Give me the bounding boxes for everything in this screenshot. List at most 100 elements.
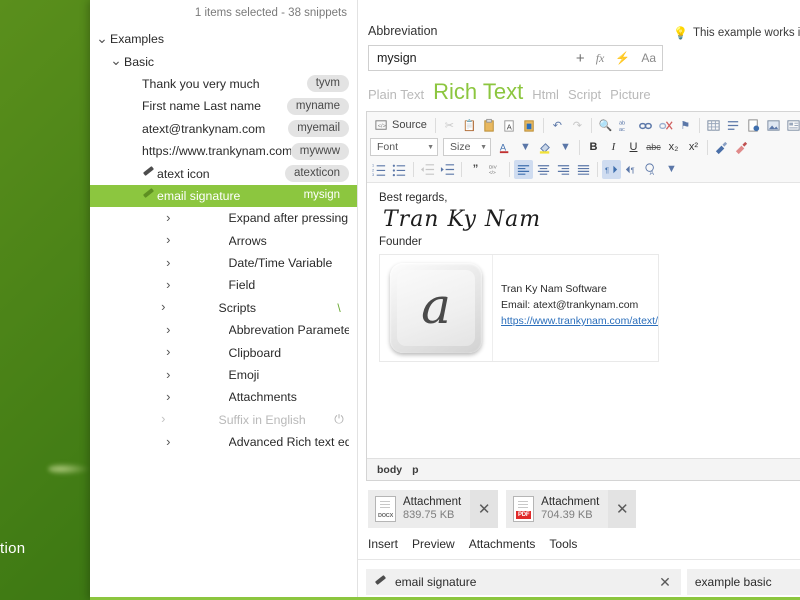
indent-icon[interactable] [438, 160, 457, 179]
rtl-icon[interactable]: ¶ [622, 160, 641, 179]
justify-icon[interactable] [574, 160, 593, 179]
chevron-right-icon[interactable] [108, 210, 229, 224]
tree-item-clipboard[interactable]: Clipboard [90, 341, 357, 363]
case-icon[interactable]: Aa [641, 51, 656, 65]
copy-format-icon[interactable] [732, 138, 751, 157]
editor-canvas[interactable]: Best regards, Tran Ky Nam Founder a Tran… [367, 183, 800, 458]
underline-icon[interactable]: U [624, 138, 643, 157]
remove-attachment-icon[interactable]: ✕ [470, 490, 499, 528]
menu-tools[interactable]: Tools [549, 537, 577, 551]
attachment-chip[interactable]: DOCX Attachment 839.75 KB ✕ [368, 490, 499, 528]
remove-format-icon[interactable] [712, 138, 731, 157]
paste-text-icon[interactable]: A [500, 116, 519, 135]
type-tab-script[interactable]: Script [568, 87, 601, 102]
copy-icon[interactable]: 📋 [460, 116, 479, 135]
background-color-icon[interactable] [536, 138, 555, 157]
type-tab-plain-text[interactable]: Plain Text [368, 87, 424, 102]
chevron-down-icon[interactable] [108, 53, 124, 68]
function-icon[interactable]: fx [596, 51, 605, 66]
cut-icon[interactable]: ✂ [440, 116, 459, 135]
anchor-icon[interactable]: ⚑ [676, 116, 695, 135]
font-select[interactable]: Font ▼ [370, 138, 438, 156]
abbreviation-input[interactable]: mysign + fx ⚡ Aa [368, 45, 663, 71]
chevron-down-icon[interactable] [94, 31, 110, 46]
tree-item-date-time-variable[interactable]: Date/Time Variable [90, 252, 357, 274]
type-tab-rich-text[interactable]: Rich Text [433, 79, 523, 105]
tree-item-thank-you-very-much[interactable]: Thank you very much tyvm [90, 73, 357, 95]
menu-preview[interactable]: Preview [412, 537, 455, 551]
paste-icon[interactable] [480, 116, 499, 135]
chevron-right-icon[interactable] [108, 300, 219, 314]
signature-website-link[interactable]: https://www.trankynam.com/atext/ [501, 313, 658, 329]
paste-word-icon[interactable] [520, 116, 539, 135]
subscript-icon[interactable]: x₂ [664, 138, 683, 157]
tree-item-suffix-in-english[interactable]: Suffix in English ⏻ [90, 409, 357, 431]
tree-item-attachments[interactable]: Attachments [90, 386, 357, 408]
tree-item-advanced-rich-text-editing[interactable]: Advanced Rich text editing [90, 431, 357, 453]
chevron-right-icon[interactable] [108, 322, 229, 336]
table-icon[interactable] [704, 116, 723, 135]
outdent-icon[interactable] [418, 160, 437, 179]
tree-item-emoji[interactable]: Emoji [90, 364, 357, 386]
add-icon[interactable]: + [576, 50, 585, 67]
numbered-list-icon[interactable]: 123 [370, 160, 389, 179]
tree-item-scripts[interactable]: Scripts \ [90, 297, 357, 319]
chevron-down-icon[interactable]: ▼ [662, 160, 681, 179]
content-type-tabs[interactable]: Plain Text Rich Text Html Script Picture [358, 71, 800, 111]
tree-item-field[interactable]: Field [90, 274, 357, 296]
chevron-right-icon[interactable] [108, 345, 229, 359]
bulleted-list-icon[interactable] [390, 160, 409, 179]
chevron-right-icon[interactable] [108, 367, 229, 381]
source-button[interactable]: </> Source [370, 116, 431, 135]
attachment-chip[interactable]: PDF Attachment 704.39 KB ✕ [506, 490, 637, 528]
blockquote-icon[interactable]: ” [466, 160, 485, 179]
snippet-name-field[interactable]: email signature ✕ [366, 569, 681, 595]
find-icon[interactable]: 🔍 [596, 116, 615, 135]
chevron-right-icon[interactable] [108, 277, 229, 291]
tree-item-atext-icon[interactable]: atext icon atexticon [90, 162, 357, 184]
editor-toolbar[interactable]: </> Source ✂ 📋 A ↶ ↷ 🔍 ab ac ⚑ Font ▼ Si… [367, 112, 800, 183]
snippet-tree[interactable]: Examples Basic Thank you very much tyvm Firs… [90, 26, 357, 600]
tree-item-expand-after-pressing-space-or-enter[interactable]: Expand after pressing Space or Enter [90, 207, 357, 229]
type-tab-html[interactable]: Html [532, 87, 559, 102]
power-icon[interactable]: ⏻ [329, 412, 349, 427]
toolbar-row-3[interactable]: 123 ” DIV </> ¶ ¶ A ▼ [370, 158, 800, 180]
tree-item-atext-trankynam-com[interactable]: atext@trankynam.com myemail [90, 118, 357, 140]
tree-item-abbrevation-parameters[interactable]: Abbrevation Parameters [90, 319, 357, 341]
path-p[interactable]: p [412, 464, 418, 476]
bottom-menubar[interactable]: Insert Preview Attachments Tools [358, 528, 800, 560]
chevron-right-icon[interactable] [108, 389, 229, 403]
redo-icon[interactable]: ↷ [568, 116, 587, 135]
undo-icon[interactable]: ↶ [548, 116, 567, 135]
page-break-icon[interactable] [744, 116, 763, 135]
tree-item-arrows[interactable]: Arrows [90, 230, 357, 252]
tree-item-email-signature[interactable]: email signature mysign [90, 184, 357, 208]
link-icon[interactable] [636, 116, 655, 135]
lightning-icon[interactable]: ⚡ [615, 51, 630, 65]
italic-icon[interactable]: I [604, 138, 623, 157]
chevron-right-icon[interactable] [108, 233, 229, 247]
chevron-down-icon[interactable]: ▼ [556, 138, 575, 157]
language-icon[interactable]: A [642, 160, 661, 179]
strikethrough-icon[interactable]: abc [644, 138, 663, 157]
rich-text-editor[interactable]: </> Source ✂ 📋 A ↶ ↷ 🔍 ab ac ⚑ Font ▼ Si… [366, 111, 800, 481]
chevron-right-icon[interactable] [108, 255, 229, 269]
toolbar-row-1[interactable]: </> Source ✂ 📋 A ↶ ↷ 🔍 ab ac ⚑ [370, 114, 800, 136]
align-center-icon[interactable] [534, 160, 553, 179]
menu-insert[interactable]: Insert [368, 537, 398, 551]
chevron-right-icon[interactable] [108, 434, 229, 448]
form-icon[interactable] [784, 116, 800, 135]
ltr-icon[interactable]: ¶ [602, 159, 621, 179]
tree-item-first-name-last-name[interactable]: First name Last name myname [90, 95, 357, 117]
tree-item-basic[interactable]: Basic [90, 50, 357, 72]
toolbar-row-2[interactable]: Font ▼ Size ▼ A ▼ ▼ B I U abc x₂ x² [370, 136, 800, 158]
tree-item-https-www-trankynam-com-ate[interactable]: https://www.trankynam.com/atemywww [90, 140, 357, 162]
snippet-tag-field[interactable]: example basic [686, 569, 800, 595]
bold-icon[interactable]: B [584, 138, 603, 157]
unlink-icon[interactable] [656, 116, 675, 135]
menu-attachments[interactable]: Attachments [469, 537, 536, 551]
align-left-icon[interactable] [514, 159, 533, 179]
path-body[interactable]: body [377, 464, 402, 476]
superscript-icon[interactable]: x² [684, 138, 703, 157]
image-icon[interactable] [764, 116, 783, 135]
